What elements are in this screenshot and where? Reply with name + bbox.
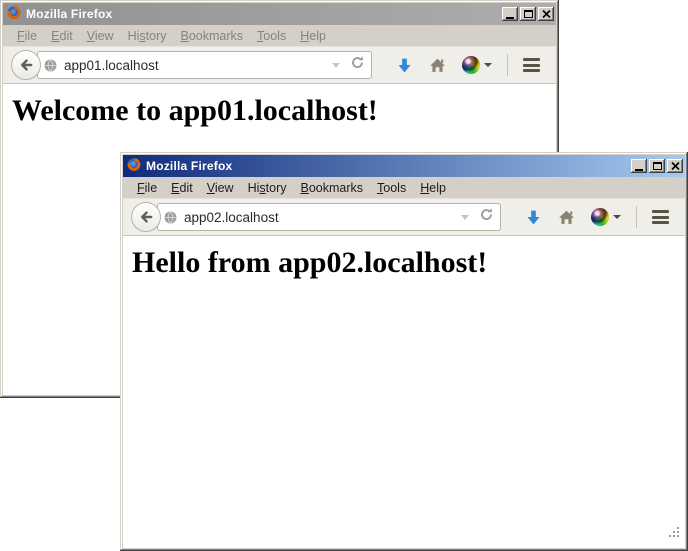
menu-item-view[interactable]: View bbox=[80, 27, 121, 45]
download-button[interactable] bbox=[396, 57, 413, 74]
window-title: Mozilla Firefox bbox=[146, 159, 627, 173]
resize-grip-icon[interactable] bbox=[668, 526, 681, 544]
back-arrow-icon bbox=[18, 57, 34, 73]
menu-bar: File Edit View History Bookmarks Tools H… bbox=[123, 177, 685, 198]
globe-icon[interactable] bbox=[43, 58, 58, 78]
color-wheel-icon bbox=[591, 208, 609, 226]
download-arrow-icon bbox=[525, 209, 542, 226]
menu-item-tools[interactable]: Tools bbox=[370, 179, 413, 197]
chevron-down-icon[interactable] bbox=[461, 215, 469, 220]
menu-item-edit[interactable]: Edit bbox=[164, 179, 200, 197]
titlebar[interactable]: Mozilla Firefox bbox=[3, 3, 556, 25]
page-heading: Welcome to app01.localhost! bbox=[12, 94, 556, 129]
back-button[interactable] bbox=[131, 202, 161, 232]
url-input[interactable] bbox=[182, 210, 457, 225]
toolbar-separator bbox=[636, 206, 637, 228]
browser-window-app02: Mozilla Firefox File Edit View History B… bbox=[120, 152, 688, 551]
home-button[interactable] bbox=[558, 209, 575, 226]
maximize-button[interactable] bbox=[520, 7, 536, 21]
toolbar-separator bbox=[507, 54, 508, 76]
home-icon bbox=[558, 209, 575, 226]
close-button[interactable] bbox=[538, 7, 554, 21]
menu-item-view[interactable]: View bbox=[200, 179, 241, 197]
menu-item-bookmarks[interactable]: Bookmarks bbox=[174, 27, 251, 45]
menu-item-help[interactable]: Help bbox=[293, 27, 333, 45]
window-title: Mozilla Firefox bbox=[26, 7, 498, 21]
chevron-down-icon bbox=[484, 63, 492, 67]
reload-icon[interactable] bbox=[479, 207, 494, 227]
menu-bar: File Edit View History Bookmarks Tools H… bbox=[3, 25, 556, 46]
back-button[interactable] bbox=[11, 50, 41, 80]
globe-icon[interactable] bbox=[163, 210, 178, 230]
menu-item-tools[interactable]: Tools bbox=[250, 27, 293, 45]
firefox-icon bbox=[6, 4, 22, 25]
chevron-down-icon[interactable] bbox=[332, 63, 340, 68]
maximize-button[interactable] bbox=[649, 159, 665, 173]
page-content: Hello from app02.localhost! bbox=[123, 236, 685, 548]
app-menu-button[interactable] bbox=[523, 58, 540, 72]
back-arrow-icon bbox=[138, 209, 154, 225]
menu-item-history[interactable]: History bbox=[121, 27, 174, 45]
url-bar[interactable] bbox=[37, 51, 372, 79]
navigation-toolbar bbox=[3, 46, 556, 84]
page-heading: Hello from app02.localhost! bbox=[132, 246, 685, 281]
minimize-button[interactable] bbox=[631, 159, 647, 173]
app-menu-button[interactable] bbox=[652, 210, 669, 224]
menu-item-history[interactable]: History bbox=[241, 179, 294, 197]
firefox-icon bbox=[126, 156, 142, 177]
close-button[interactable] bbox=[667, 159, 683, 173]
url-input[interactable] bbox=[62, 58, 328, 73]
chevron-down-icon bbox=[613, 215, 621, 219]
minimize-button[interactable] bbox=[502, 7, 518, 21]
profile-menu-button[interactable] bbox=[591, 208, 621, 226]
reload-icon[interactable] bbox=[350, 55, 365, 75]
url-bar[interactable] bbox=[157, 203, 501, 231]
color-wheel-icon bbox=[462, 56, 480, 74]
menu-item-bookmarks[interactable]: Bookmarks bbox=[294, 179, 371, 197]
download-button[interactable] bbox=[525, 209, 542, 226]
download-arrow-icon bbox=[396, 57, 413, 74]
profile-menu-button[interactable] bbox=[462, 56, 492, 74]
menu-item-edit[interactable]: Edit bbox=[44, 27, 80, 45]
titlebar[interactable]: Mozilla Firefox bbox=[123, 155, 685, 177]
home-button[interactable] bbox=[429, 57, 446, 74]
menu-item-help[interactable]: Help bbox=[413, 179, 453, 197]
home-icon bbox=[429, 57, 446, 74]
menu-item-file[interactable]: File bbox=[10, 27, 44, 45]
menu-item-file[interactable]: File bbox=[130, 179, 164, 197]
navigation-toolbar bbox=[123, 198, 685, 236]
